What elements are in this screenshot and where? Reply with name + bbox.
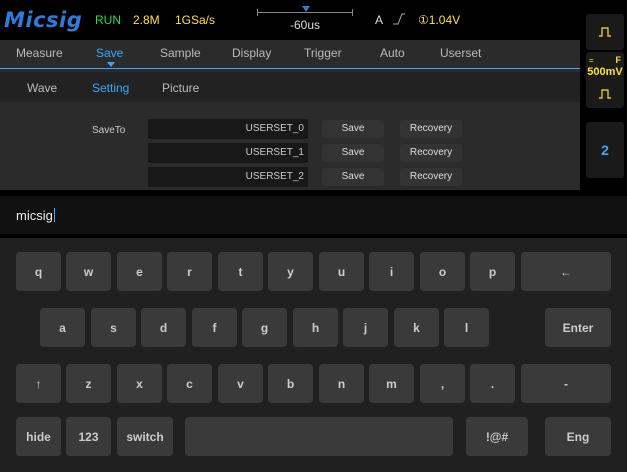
- trigger-position-marker: [302, 6, 310, 12]
- key-e[interactable]: e: [117, 252, 162, 291]
- key-g[interactable]: g: [242, 308, 287, 347]
- symbols-key[interactable]: !@#: [466, 417, 528, 456]
- key-z[interactable]: z: [66, 364, 111, 403]
- timebase-value: -60us: [289, 18, 321, 32]
- menu-divider: [0, 68, 580, 69]
- run-status[interactable]: RUN: [95, 13, 121, 27]
- key-o[interactable]: o: [420, 252, 465, 291]
- space-key[interactable]: [185, 417, 453, 456]
- userset-slot-name: USERSET_0: [245, 123, 304, 134]
- save-submenu: Wave Setting Picture: [0, 72, 580, 102]
- key-m[interactable]: m: [369, 364, 414, 403]
- memory-depth[interactable]: 2.8M: [133, 13, 160, 27]
- key-t[interactable]: t: [218, 252, 263, 291]
- key-comma[interactable]: ,: [420, 364, 465, 403]
- save-button-2[interactable]: Save: [322, 168, 384, 186]
- key-q[interactable]: q: [16, 252, 61, 291]
- key-w[interactable]: w: [66, 252, 111, 291]
- active-tab-caret: [107, 62, 115, 67]
- key-f[interactable]: f: [192, 308, 237, 347]
- channel-panel: = F 500mV 2: [583, 0, 627, 190]
- enter-key[interactable]: Enter: [545, 308, 611, 347]
- save-button-1[interactable]: Save: [322, 144, 384, 162]
- timebase-indicator[interactable]: -60us: [255, 6, 355, 34]
- key-u[interactable]: u: [319, 252, 364, 291]
- tab-auto[interactable]: Auto: [380, 46, 405, 60]
- key-l[interactable]: l: [444, 308, 489, 347]
- key-c[interactable]: c: [167, 364, 212, 403]
- tab-measure[interactable]: Measure: [16, 46, 63, 60]
- key-n[interactable]: n: [319, 364, 364, 403]
- key-period[interactable]: .: [470, 364, 515, 403]
- key-r[interactable]: r: [167, 252, 212, 291]
- saveto-label: SaveTo: [92, 125, 126, 136]
- trigger-source[interactable]: A: [375, 13, 383, 27]
- recovery-button-0[interactable]: Recovery: [400, 120, 462, 138]
- language-key[interactable]: Eng: [545, 417, 611, 456]
- key-minus[interactable]: -: [521, 364, 611, 403]
- userset-slot-1[interactable]: USERSET_1: [148, 143, 308, 163]
- channel-2-label: 2: [601, 142, 609, 158]
- recovery-button-2[interactable]: Recovery: [400, 168, 462, 186]
- shift-key[interactable]: ↑: [16, 364, 61, 403]
- subtab-picture[interactable]: Picture: [162, 81, 199, 95]
- rising-edge-icon: [393, 13, 405, 25]
- key-a[interactable]: a: [40, 308, 85, 347]
- main-menu: Measure Save Sample Display Trigger Auto…: [0, 40, 580, 68]
- pulse-icon: [599, 89, 611, 99]
- numbers-key[interactable]: 123: [66, 417, 111, 456]
- channel-1-scale[interactable]: = F 500mV: [586, 52, 624, 108]
- timebase-line: [257, 12, 353, 13]
- trigger-level[interactable]: ①1.04V: [418, 13, 460, 27]
- key-x[interactable]: x: [117, 364, 162, 403]
- key-d[interactable]: d: [141, 308, 186, 347]
- switch-language-key[interactable]: switch: [117, 417, 173, 456]
- tab-sample[interactable]: Sample: [160, 46, 201, 60]
- userset-slot-name: USERSET_2: [245, 171, 304, 182]
- hide-keyboard-key[interactable]: hide: [16, 417, 61, 456]
- channel-1-button[interactable]: [586, 14, 624, 50]
- channel-2-button[interactable]: 2: [586, 122, 624, 178]
- save-button-0[interactable]: Save: [322, 120, 384, 138]
- key-y[interactable]: y: [268, 252, 313, 291]
- channel-1-coupling: F: [615, 55, 622, 65]
- text-caret: [53, 208, 55, 222]
- key-p[interactable]: p: [470, 252, 515, 291]
- key-v[interactable]: v: [218, 364, 263, 403]
- key-b[interactable]: b: [268, 364, 313, 403]
- input-text: micsig: [16, 208, 53, 223]
- pulse-icon: [599, 27, 611, 37]
- key-k[interactable]: k: [394, 308, 439, 347]
- timebase-tick-left: [257, 9, 258, 16]
- tab-trigger[interactable]: Trigger: [304, 46, 342, 60]
- text-input-field[interactable]: micsig: [0, 196, 627, 234]
- key-j[interactable]: j: [343, 308, 388, 347]
- status-bar: Micsig RUN 2.8M 1GSa/s -60us A ①1.04V: [0, 0, 580, 40]
- key-s[interactable]: s: [91, 308, 136, 347]
- subtab-setting[interactable]: Setting: [92, 81, 129, 95]
- channel-1-scale-value: 500mV: [587, 66, 623, 78]
- tab-userset[interactable]: Userset: [440, 46, 481, 60]
- subtab-wave[interactable]: Wave: [27, 81, 57, 95]
- brand-logo: Micsig: [4, 8, 83, 32]
- dc-coupling-icon: =: [589, 56, 594, 65]
- on-screen-keyboard: q w e r t y u i o p ← a s d f g h j k l …: [0, 238, 627, 472]
- backspace-key[interactable]: ←: [521, 252, 611, 291]
- userset-slot-0[interactable]: USERSET_0: [148, 119, 308, 139]
- userset-slot-2[interactable]: USERSET_2: [148, 167, 308, 187]
- key-h[interactable]: h: [293, 308, 338, 347]
- tab-display[interactable]: Display: [232, 46, 271, 60]
- timebase-tick-right: [352, 9, 353, 16]
- key-i[interactable]: i: [369, 252, 414, 291]
- tab-save[interactable]: Save: [96, 46, 123, 60]
- input-value: micsig: [16, 208, 55, 223]
- recovery-button-1[interactable]: Recovery: [400, 144, 462, 162]
- sample-rate[interactable]: 1GSa/s: [175, 13, 215, 27]
- userset-slot-name: USERSET_1: [245, 147, 304, 158]
